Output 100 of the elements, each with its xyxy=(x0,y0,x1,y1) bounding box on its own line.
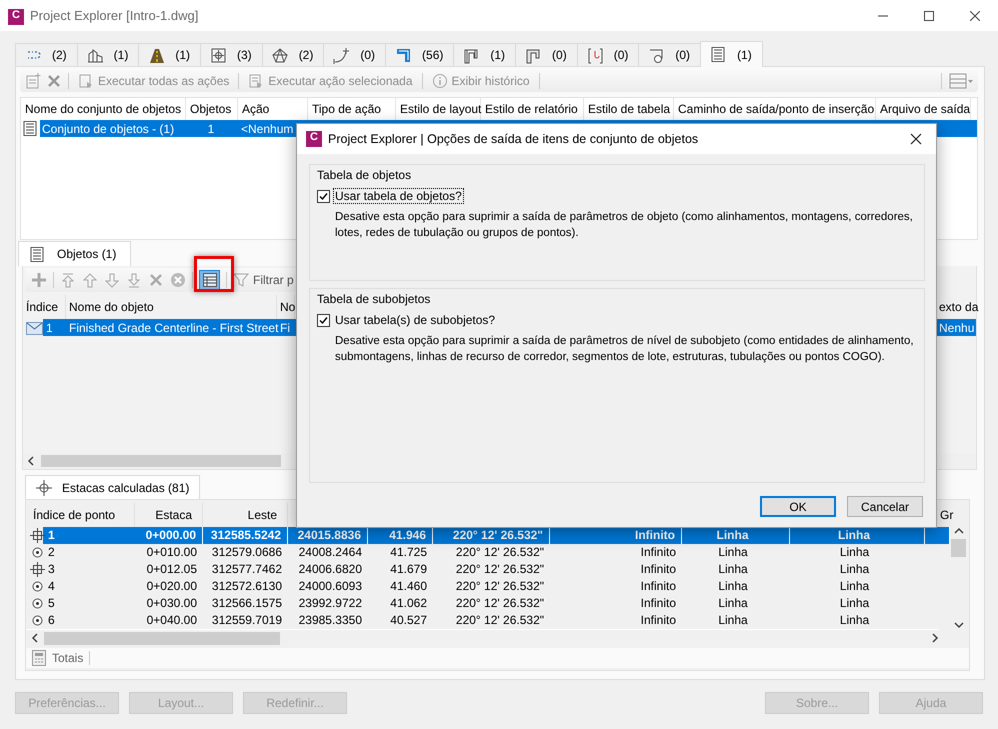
table-cell-text: 220° 12' 26.532" xyxy=(454,561,545,578)
checkbox[interactable] xyxy=(317,190,330,202)
column-header[interactable]: Tipo de ação xyxy=(308,98,396,120)
column-header[interactable]: Estilo de tabela xyxy=(584,98,674,120)
scroll-thumb[interactable] xyxy=(41,455,281,467)
object-type-tab[interactable]: (0) xyxy=(638,43,702,66)
option-description: Desative esta opção para suprimir a saída de parâmetros de nível de subobjeto (como entidades de alinhamento, submontagens, linhas de recurso de corredor, segmentos de lote, estruturas, tubulações ou pontos COGO). xyxy=(335,334,915,365)
target-icon xyxy=(210,46,228,64)
list-icon xyxy=(710,46,728,63)
column-header[interactable]: Ação xyxy=(238,98,308,120)
table-cell-text: Linha xyxy=(838,561,870,578)
scroll-down-icon[interactable] xyxy=(954,621,964,629)
column-header[interactable]: Índice de ponto xyxy=(28,503,135,527)
filter-button[interactable]: Filtrar p xyxy=(233,272,294,288)
group-title: Tabela de objetos xyxy=(317,167,412,183)
polygon-icon xyxy=(272,46,289,64)
object-type-tab[interactable]: (0) xyxy=(515,43,578,66)
table-cell-text: <Nenhum xyxy=(240,122,294,136)
table-cell-text: 6 xyxy=(48,612,56,629)
table-cell-text: 23992.9722 xyxy=(298,595,363,612)
move-up-icon[interactable] xyxy=(82,272,98,288)
table-cell-text: 24006.6820 xyxy=(298,561,363,578)
table-cell-text: 312572.6130 xyxy=(210,578,283,595)
scroll-up-icon[interactable] xyxy=(954,527,964,535)
table-row[interactable]: 1 0+000.00 312585.5242 24015.8836 41.946 220° 12' 26.532" Infinito Linha Linha xyxy=(28,527,950,544)
table-cell-text: Linha xyxy=(717,612,749,629)
object-type-tab[interactable]: (0) xyxy=(576,43,640,66)
objects-tab[interactable]: Objetos (1) xyxy=(18,241,132,266)
dialog-button[interactable]: OK xyxy=(760,496,836,517)
table-cell-text: 312559.7019 xyxy=(210,612,283,629)
table-cell-text: 3 xyxy=(48,561,56,578)
delete-icon[interactable] xyxy=(46,73,62,89)
dialog-button[interactable]: Cancelar xyxy=(847,496,923,517)
delete-icon[interactable] xyxy=(148,272,164,288)
column-header[interactable]: No xyxy=(277,295,295,319)
table-cell-text: 41.460 xyxy=(389,578,428,595)
run-all-icon xyxy=(78,73,94,89)
envelope-icon xyxy=(26,320,43,336)
scroll-right-icon[interactable] xyxy=(931,633,939,643)
road-icon xyxy=(148,46,166,64)
column-header[interactable]: Estaca xyxy=(135,503,203,527)
view-options-icon[interactable] xyxy=(948,72,974,90)
table-cell-text: 312579.0686 xyxy=(210,544,283,561)
checkbox-label[interactable]: Usar tabela(s) de subobjetos? xyxy=(334,313,496,327)
table-cell-text: Linha xyxy=(717,561,749,578)
table-row[interactable]: 2 0+010.00 312579.0686 24008.2464 41.725 220° 12' 26.532" Infinito Linha Linha xyxy=(28,544,950,561)
column-header[interactable]: Estilo de relatório xyxy=(481,98,584,120)
column-header[interactable]: Objetos xyxy=(186,98,238,120)
table-cell-text: Fi xyxy=(279,320,291,334)
table-cell-text: 24000.6093 xyxy=(298,578,363,595)
scroll-left-icon[interactable] xyxy=(27,456,35,466)
totals-label[interactable]: Totais xyxy=(52,651,84,665)
new-set-icon[interactable] xyxy=(24,72,42,90)
table-cell-text: 5 xyxy=(48,595,56,612)
object-type-tab[interactable]: (0) xyxy=(323,43,386,66)
column-header[interactable]: Índice xyxy=(23,295,66,319)
maximize-icon[interactable] xyxy=(924,10,934,20)
crosshair-icon xyxy=(30,528,45,543)
stations-tab[interactable]: Estacas calculadas (81) xyxy=(25,475,200,499)
table-row[interactable]: 3 0+012.05 312577.7462 24006.6820 41.679 220° 12' 26.532" Infinito Linha Linha xyxy=(28,561,950,578)
object-type-tab[interactable]: (1) xyxy=(700,41,763,67)
corner-icon xyxy=(395,46,412,64)
table-cell-text: 4 xyxy=(48,578,56,595)
table-cell-text: Finished Grade Centerline - First Street xyxy=(68,320,277,334)
column-header[interactable]: Nome do objeto xyxy=(66,295,277,319)
object-type-tab[interactable]: (1) xyxy=(138,43,202,66)
column-header[interactable]: Caminho de saída/ponto de inserção xyxy=(674,98,876,120)
table-row[interactable]: 5 0+030.00 312566.1575 23992.9722 41.062 220° 12' 26.532" Infinito Linha Linha xyxy=(28,595,950,612)
table-cell-text: 24008.2464 xyxy=(298,544,363,561)
table-cell-text: Linha xyxy=(717,544,749,561)
table-cell-text: 41.062 xyxy=(389,595,428,612)
close-icon[interactable] xyxy=(970,10,980,20)
object-type-tab[interactable]: (1) xyxy=(453,43,516,66)
run-selected-icon xyxy=(248,73,264,89)
scroll-left-icon[interactable] xyxy=(31,633,39,643)
column-header[interactable]: Nome do conjunto de objetos xyxy=(21,98,186,120)
table-row[interactable]: 4 0+020.00 312572.6130 24000.6093 41.460 220° 12' 26.532" Infinito Linha Linha xyxy=(28,578,950,595)
column-header[interactable]: Arquivo de saída xyxy=(876,98,971,120)
scroll-thumb[interactable] xyxy=(951,539,966,557)
column-header[interactable]: Gr xyxy=(937,503,954,527)
crosshair-icon xyxy=(30,562,45,577)
move-top-icon[interactable] xyxy=(60,272,76,288)
close-icon[interactable] xyxy=(910,133,922,145)
add-icon[interactable] xyxy=(31,272,47,288)
remove-all-icon[interactable] xyxy=(170,272,186,288)
object-type-tab[interactable]: (2) xyxy=(15,43,78,66)
checkbox[interactable] xyxy=(317,314,330,326)
table-row[interactable]: 6 0+040.00 312559.7019 23985.3350 40.527 220° 12' 26.532" Infinito Linha Linha xyxy=(28,612,950,629)
move-bottom-icon[interactable] xyxy=(126,272,142,288)
table-button[interactable] xyxy=(199,270,220,290)
checkbox-label[interactable]: Usar tabela de objetos? xyxy=(334,189,463,203)
curve-icon xyxy=(333,46,350,64)
column-header[interactable]: Estilo de layout xyxy=(396,98,481,120)
scroll-thumb[interactable] xyxy=(44,632,280,644)
table-cell-text: Infinito xyxy=(640,544,677,561)
point-icon xyxy=(30,596,45,611)
bracket-icon xyxy=(586,46,604,64)
check-icon xyxy=(319,192,328,200)
column-header[interactable]: Leste xyxy=(203,503,288,527)
move-down-icon[interactable] xyxy=(104,272,120,288)
